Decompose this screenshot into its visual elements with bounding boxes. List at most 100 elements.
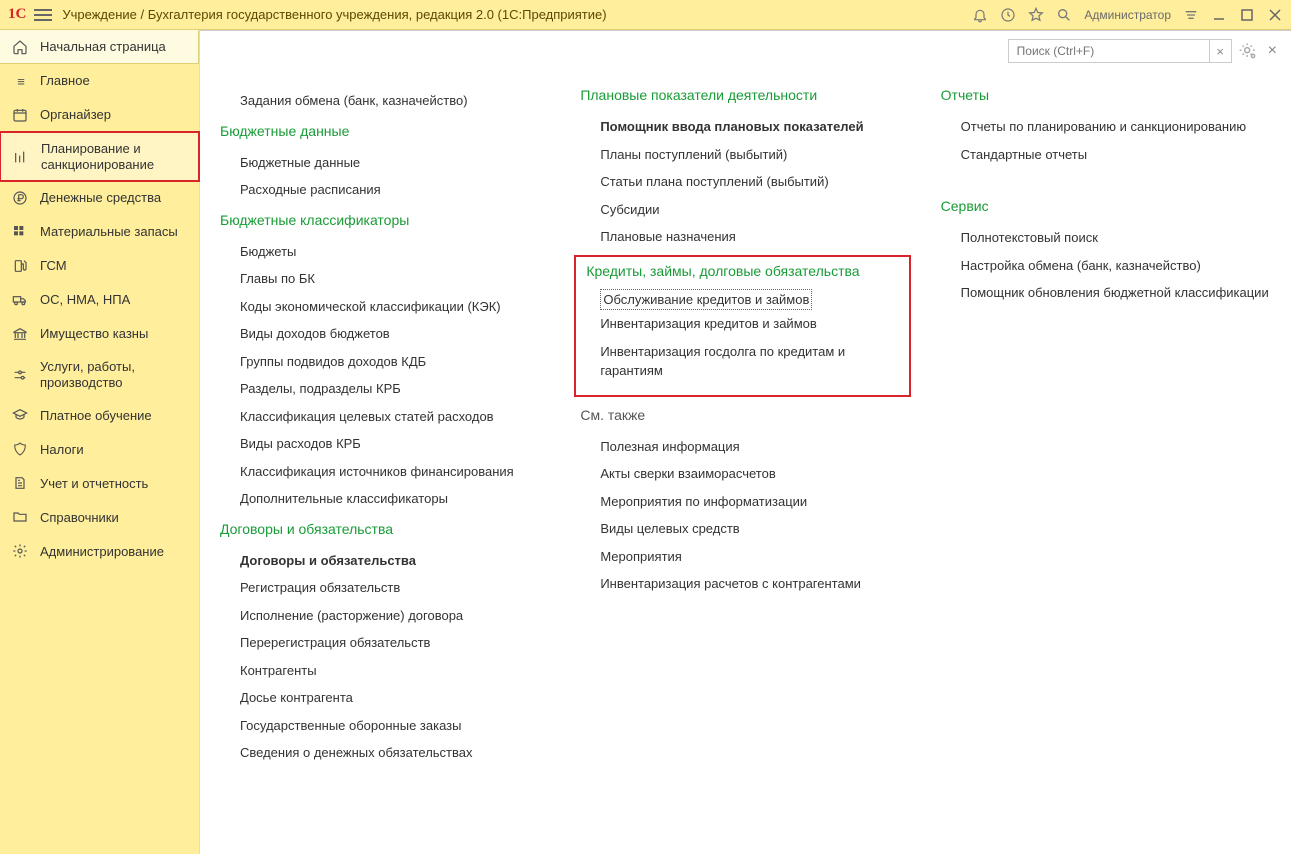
link-item[interactable]: Планы поступлений (выбытий) — [580, 141, 910, 169]
sidebar-item-planning[interactable]: Планирование и санкционирование — [0, 131, 200, 182]
window-title: Учреждение / Бухгалтерия государственног… — [62, 7, 972, 22]
settings-lines-icon[interactable] — [1183, 7, 1199, 23]
sidebar-item-services[interactable]: Услуги, работы, производство — [0, 351, 199, 398]
sidebar-item-label: Материальные запасы — [40, 224, 178, 240]
main-panel: × × Задания обмена (банк, казначейство) … — [200, 30, 1291, 854]
link-item[interactable]: Мероприятия — [580, 543, 910, 571]
sidebar-home-label: Начальная страница — [40, 39, 166, 55]
sidebar-item-treasury[interactable]: Имущество казны — [0, 317, 199, 351]
link-item[interactable]: Виды доходов бюджетов — [220, 320, 550, 348]
link-item[interactable]: Регистрация обязательств — [220, 574, 550, 602]
logo-1c: 1С — [8, 6, 26, 23]
main-menu-button[interactable] — [34, 6, 52, 24]
group-header: Бюджетные данные — [220, 123, 550, 139]
sidebar-item-assets[interactable]: ОС, НМА, НПА — [0, 283, 199, 317]
link-item[interactable]: Главы по БК — [220, 265, 550, 293]
sidebar-item-education[interactable]: Платное обучение — [0, 398, 199, 432]
link-item[interactable]: Виды целевых средств — [580, 515, 910, 543]
link-item[interactable]: Государственные оборонные заказы — [220, 712, 550, 740]
link-item[interactable]: Классификация целевых статей расходов — [220, 403, 550, 431]
sidebar-item-label: Администрирование — [40, 544, 164, 560]
link-item[interactable]: Контрагенты — [220, 657, 550, 685]
calendar-icon — [12, 107, 30, 123]
planning-icon — [13, 149, 31, 165]
minimize-button[interactable] — [1211, 7, 1227, 23]
settings-gear-icon[interactable] — [1238, 41, 1258, 61]
link-item[interactable]: Стандартные отчеты — [941, 141, 1271, 169]
link-item[interactable]: Договоры и обязательства — [220, 547, 550, 575]
link-item[interactable]: Помощник ввода плановых показателей — [580, 113, 910, 141]
sidebar-item-taxes[interactable]: Налоги — [0, 432, 199, 466]
user-label[interactable]: Администратор — [1084, 8, 1171, 22]
link-item[interactable]: Задания обмена (банк, казначейство) — [220, 87, 550, 115]
search-input[interactable] — [1009, 40, 1209, 62]
link-item[interactable]: Перерегистрация обязательств — [220, 629, 550, 657]
link-item[interactable]: Досье контрагента — [220, 684, 550, 712]
link-item[interactable]: Помощник обновления бюджетной классифика… — [941, 279, 1271, 307]
link-item[interactable]: Мероприятия по информатизации — [580, 488, 910, 516]
column-1: Задания обмена (банк, казначейство) Бюдж… — [220, 87, 550, 767]
clear-search-button[interactable]: × — [1209, 40, 1231, 62]
sidebar-item-label: Денежные средства — [40, 190, 161, 206]
group-header: Плановые показатели деятельности — [580, 87, 910, 103]
link-item[interactable]: Дополнительные классификаторы — [220, 485, 550, 513]
link-item[interactable]: Разделы, подразделы КРБ — [220, 375, 550, 403]
sidebar-item-money[interactable]: Денежные средства — [0, 181, 199, 215]
link-item[interactable]: Исполнение (расторжение) договора — [220, 602, 550, 630]
link-item[interactable]: Инвентаризация госдолга по кредитам и га… — [580, 338, 904, 385]
sidebar-item-label: Имущество казны — [40, 326, 148, 342]
sidebar-item-label: Налоги — [40, 442, 84, 458]
sidebar-item-materials[interactable]: Материальные запасы — [0, 215, 199, 249]
link-item[interactable]: Группы подвидов доходов КДБ — [220, 348, 550, 376]
link-item[interactable]: Статьи плана поступлений (выбытий) — [580, 168, 910, 196]
folder-icon — [12, 509, 30, 525]
sidebar-home[interactable]: Начальная страница — [0, 30, 199, 64]
emblem-icon — [12, 441, 30, 457]
link-item[interactable]: Классификация источников финансирования — [220, 458, 550, 486]
link-item[interactable]: Коды экономической классификации (КЭК) — [220, 293, 550, 321]
close-button[interactable] — [1267, 7, 1283, 23]
link-item[interactable]: Полнотекстовый поиск — [941, 224, 1271, 252]
link-item[interactable]: Субсидии — [580, 196, 910, 224]
link-item[interactable]: Сведения о денежных обязательствах — [220, 739, 550, 767]
link-item-focused[interactable]: Обслуживание кредитов и займов — [600, 289, 812, 311]
truck-icon — [12, 292, 30, 308]
star-icon[interactable] — [1028, 7, 1044, 23]
sidebar-item-label: Справочники — [40, 510, 119, 526]
sidebar-item-fuel[interactable]: ГСМ — [0, 249, 199, 283]
highlight-credits-section: Кредиты, займы, долговые обязательства О… — [574, 255, 910, 397]
sidebar-item-catalogs[interactable]: Справочники — [0, 500, 199, 534]
link-item[interactable]: Инвентаризация кредитов и займов — [580, 310, 904, 338]
link-item[interactable]: Настройка обмена (банк, казначейство) — [941, 252, 1271, 280]
sidebar-item-main[interactable]: ≡ Главное — [0, 64, 199, 98]
link-item[interactable]: Виды расходов КРБ — [220, 430, 550, 458]
link-item[interactable]: Бюджеты — [220, 238, 550, 266]
sidebar-item-accounting[interactable]: Учет и отчетность — [0, 466, 199, 500]
link-item[interactable]: Бюджетные данные — [220, 149, 550, 177]
group-header: См. также — [580, 407, 910, 423]
sidebar-item-admin[interactable]: Администрирование — [0, 534, 199, 568]
link-item[interactable]: Полезная информация — [580, 433, 910, 461]
bell-icon[interactable] — [972, 7, 988, 23]
sidebar-item-label: Платное обучение — [40, 408, 152, 424]
link-item[interactable]: Расходные расписания — [220, 176, 550, 204]
search-icon[interactable] — [1056, 7, 1072, 23]
link-item[interactable]: Плановые назначения — [580, 223, 910, 251]
link-item[interactable]: Отчеты по планированию и санкционировани… — [941, 113, 1271, 141]
group-header: Договоры и обязательства — [220, 521, 550, 537]
maximize-button[interactable] — [1239, 7, 1255, 23]
sliders-icon — [12, 367, 30, 383]
grid-icon — [12, 224, 30, 240]
fuel-icon — [12, 258, 30, 274]
history-icon[interactable] — [1000, 7, 1016, 23]
link-item[interactable]: Акты сверки взаиморасчетов — [580, 460, 910, 488]
main-toolbar: × × — [1008, 39, 1277, 63]
sidebar-item-label: ГСМ — [40, 258, 67, 274]
sidebar: Начальная страница ≡ Главное Органайзер … — [0, 30, 200, 854]
group-header: Отчеты — [941, 87, 1271, 103]
close-section-button[interactable]: × — [1268, 42, 1277, 60]
sidebar-item-label: Планирование и санкционирование — [41, 141, 186, 172]
sidebar-item-organizer[interactable]: Органайзер — [0, 98, 199, 132]
link-item[interactable]: Инвентаризация расчетов с контрагентами — [580, 570, 910, 598]
sidebar-item-label: Учет и отчетность — [40, 476, 148, 492]
